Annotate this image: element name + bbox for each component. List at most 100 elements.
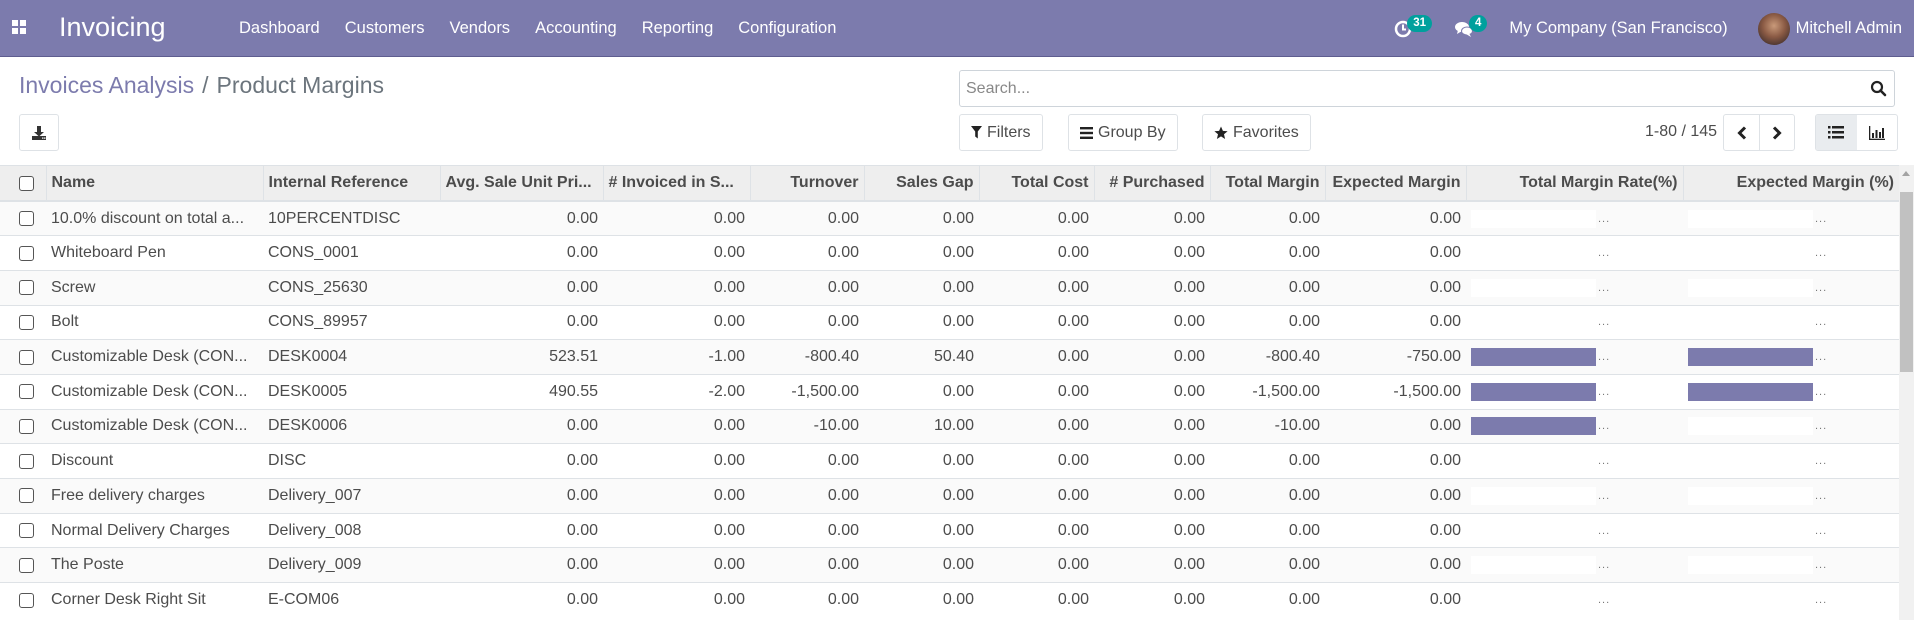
- row-checkbox[interactable]: [19, 211, 34, 227]
- table-row[interactable]: Whiteboard Pen CONS_0001 0.00 0.00 0.00 0.00 0…: [0, 235, 1899, 271]
- column-sales-gap[interactable]: Sales Gap: [863, 166, 979, 202]
- row-select-cell: [0, 512, 46, 548]
- menu-dashboard[interactable]: Dashboard: [239, 19, 320, 38]
- scroll-up-arrow-icon[interactable]: [1902, 171, 1910, 176]
- apps-menu-icon[interactable]: [12, 20, 26, 34]
- row-checkbox[interactable]: [19, 418, 34, 434]
- pager-previous-button[interactable]: [1724, 115, 1759, 150]
- menu-vendors[interactable]: Vendors: [450, 19, 511, 38]
- table-row[interactable]: Normal Delivery Charges Delivery_008 0.00 0…: [0, 512, 1899, 548]
- table-row[interactable]: Customizable Desk (CON... DESK0006 0.00 0.0…: [0, 408, 1899, 444]
- row-invoiced: 0.00: [603, 408, 750, 444]
- table-row[interactable]: Customizable Desk (CON... DESK0004 523.51-…: [0, 339, 1899, 375]
- row-total-margin: 0.00: [1210, 547, 1325, 583]
- row-checkbox[interactable]: [19, 245, 34, 261]
- pager-value[interactable]: 1-80 / 145: [1645, 123, 1717, 141]
- select-all-checkbox[interactable]: [19, 175, 34, 191]
- row-expected-margin-rate: ...: [1683, 547, 1899, 583]
- column-purchased[interactable]: # Purchased: [1093, 166, 1210, 202]
- row-select-cell: [0, 269, 46, 306]
- row-turnover: 0.00: [750, 200, 864, 236]
- table-row[interactable]: The Poste Delivery_009 0.00 0.00 0.00 0.00 0.0…: [0, 547, 1899, 583]
- row-turnover: 0.00: [750, 478, 864, 514]
- column-total-margin-rate[interactable]: Total Margin Rate(%): [1465, 166, 1683, 202]
- progress-bar: [1471, 556, 1596, 575]
- row-checkbox[interactable]: [19, 557, 34, 573]
- favorites-button[interactable]: Favorites: [1202, 114, 1311, 151]
- table-row[interactable]: Corner Desk Right Sit E-COM06 0.00 0.00 0.00…: [0, 582, 1899, 618]
- row-total-margin-rate: ...: [1466, 547, 1683, 583]
- column-total-cost[interactable]: Total Cost: [978, 166, 1094, 202]
- column-invoiced-in-sale[interactable]: # Invoiced in S...: [602, 166, 750, 202]
- list-view-button[interactable]: [1816, 115, 1857, 150]
- table-row[interactable]: Bolt CONS_89957 0.00 0.00 0.00 0.00 0.00 0.00 0.…: [0, 304, 1899, 340]
- company-switcher[interactable]: My Company (San Francisco): [1509, 19, 1727, 38]
- download-icon: [32, 125, 46, 140]
- progress-bar: [1471, 278, 1596, 297]
- row-checkbox[interactable]: [19, 488, 34, 504]
- row-checkbox[interactable]: [19, 349, 34, 365]
- menu-customers[interactable]: Customers: [345, 19, 425, 38]
- column-turnover[interactable]: Turnover: [749, 166, 864, 202]
- row-internal-reference: DESK0004: [263, 339, 440, 375]
- row-internal-reference: Delivery_009: [263, 547, 440, 583]
- messages-button[interactable]: 4: [1454, 15, 1488, 38]
- row-name: Screw: [46, 269, 263, 306]
- table-row[interactable]: 10.0% discount on total a... 10PERCENTDIS…: [0, 200, 1899, 236]
- table-row[interactable]: Discount DISC 0.00 0.00 0.00 0.00 0.00 0.00 0.00…: [0, 443, 1899, 479]
- progress-bar-widget: ...: [1471, 244, 1683, 263]
- filters-button[interactable]: Filters: [959, 114, 1043, 151]
- row-invoiced: 0.00: [603, 200, 750, 236]
- search-bar: [959, 70, 1895, 107]
- progress-bar: [1471, 591, 1596, 610]
- progress-bar-widget: ...: [1471, 556, 1683, 575]
- row-checkbox[interactable]: [19, 453, 34, 469]
- row-sales-gap: 0.00: [864, 304, 979, 340]
- row-select-cell: [0, 373, 46, 410]
- table-row[interactable]: Customizable Desk (CON... DESK0005 490.55-…: [0, 373, 1899, 410]
- menu-configuration[interactable]: Configuration: [738, 19, 836, 38]
- user-menu[interactable]: Mitchell Admin: [1796, 19, 1902, 38]
- progress-bar-value: ...: [1815, 247, 1828, 260]
- breadcrumb-invoices-analysis[interactable]: Invoices Analysis: [19, 72, 194, 99]
- progress-bar-value: ...: [1815, 420, 1828, 433]
- row-expected-margin: 0.00: [1325, 269, 1466, 306]
- table-row[interactable]: Screw CONS_25630 0.00 0.00 0.00 0.00 0.00 0.00 0…: [0, 269, 1899, 306]
- export-button[interactable]: [19, 114, 59, 151]
- column-total-margin[interactable]: Total Margin: [1209, 166, 1325, 202]
- row-checkbox[interactable]: [19, 384, 34, 400]
- row-checkbox[interactable]: [19, 523, 34, 539]
- graph-view-button[interactable]: [1857, 115, 1898, 150]
- table-row[interactable]: Free delivery charges Delivery_007 0.00 0.0…: [0, 478, 1899, 514]
- activity-button[interactable]: 31: [1394, 15, 1432, 38]
- row-expected-margin-rate: ...: [1683, 443, 1899, 479]
- page-title: Product Margins: [216, 72, 384, 98]
- row-total-cost: 0.00: [979, 339, 1094, 375]
- menu-reporting[interactable]: Reporting: [642, 19, 714, 38]
- row-total-margin-rate: ...: [1466, 200, 1683, 236]
- progress-bar-value: ...: [1598, 559, 1611, 572]
- pager-next-button[interactable]: [1759, 115, 1794, 150]
- row-checkbox[interactable]: [19, 280, 34, 296]
- search-input[interactable]: [960, 71, 1840, 106]
- row-expected-margin: 0.00: [1325, 200, 1466, 236]
- column-expected-margin[interactable]: Expected Margin: [1324, 166, 1466, 202]
- row-total-cost: 0.00: [979, 478, 1094, 514]
- column-expected-margin-rate[interactable]: Expected Margin (%): [1682, 166, 1899, 202]
- column-internal-reference[interactable]: Internal Reference: [262, 166, 440, 202]
- row-checkbox[interactable]: [19, 592, 34, 608]
- app-name[interactable]: Invoicing: [59, 12, 166, 43]
- row-checkbox[interactable]: [19, 314, 34, 330]
- scroll-thumb[interactable]: [1900, 192, 1913, 372]
- column-name[interactable]: Name: [45, 166, 263, 202]
- group-by-button[interactable]: Group By: [1068, 114, 1178, 151]
- column-avg-sale-unit-price[interactable]: Avg. Sale Unit Pri...: [439, 166, 603, 202]
- progress-bar-fill: [1471, 417, 1596, 436]
- search-icon[interactable]: [1870, 80, 1887, 97]
- row-purchased: 0.00: [1094, 478, 1210, 514]
- row-select-cell: [0, 547, 46, 583]
- table-scrollbar[interactable]: [1899, 165, 1914, 620]
- menu-accounting[interactable]: Accounting: [535, 19, 617, 38]
- progress-bar-widget: ...: [1688, 209, 1899, 228]
- user-avatar[interactable]: [1757, 12, 1790, 45]
